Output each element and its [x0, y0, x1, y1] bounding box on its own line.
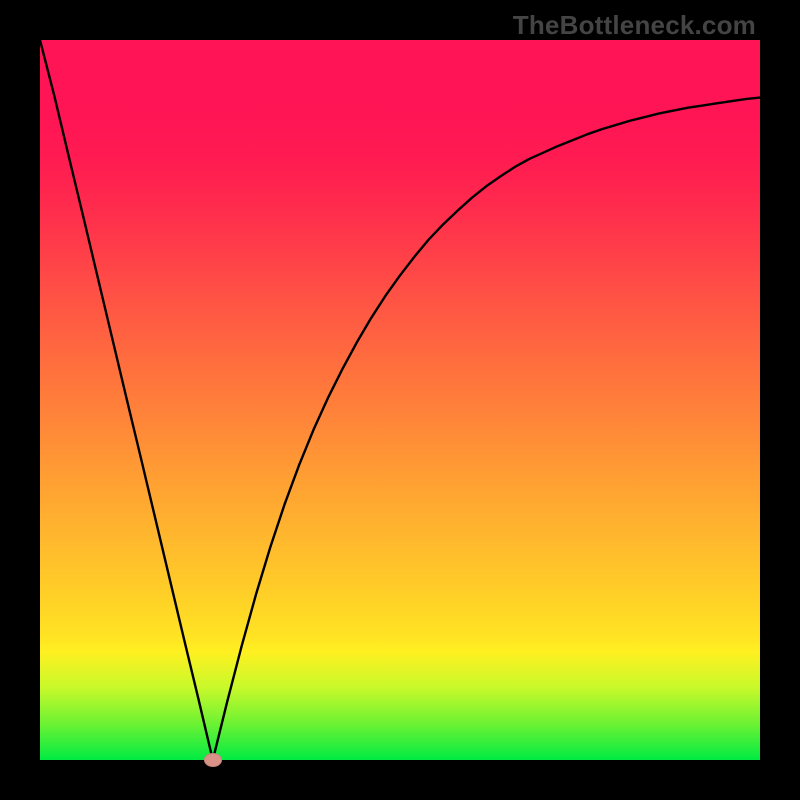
watermark: TheBottleneck.com	[513, 10, 756, 41]
bottleneck-curve	[40, 40, 760, 760]
minimum-marker	[204, 753, 222, 767]
plot-area	[40, 40, 760, 760]
curve-layer	[40, 40, 760, 760]
